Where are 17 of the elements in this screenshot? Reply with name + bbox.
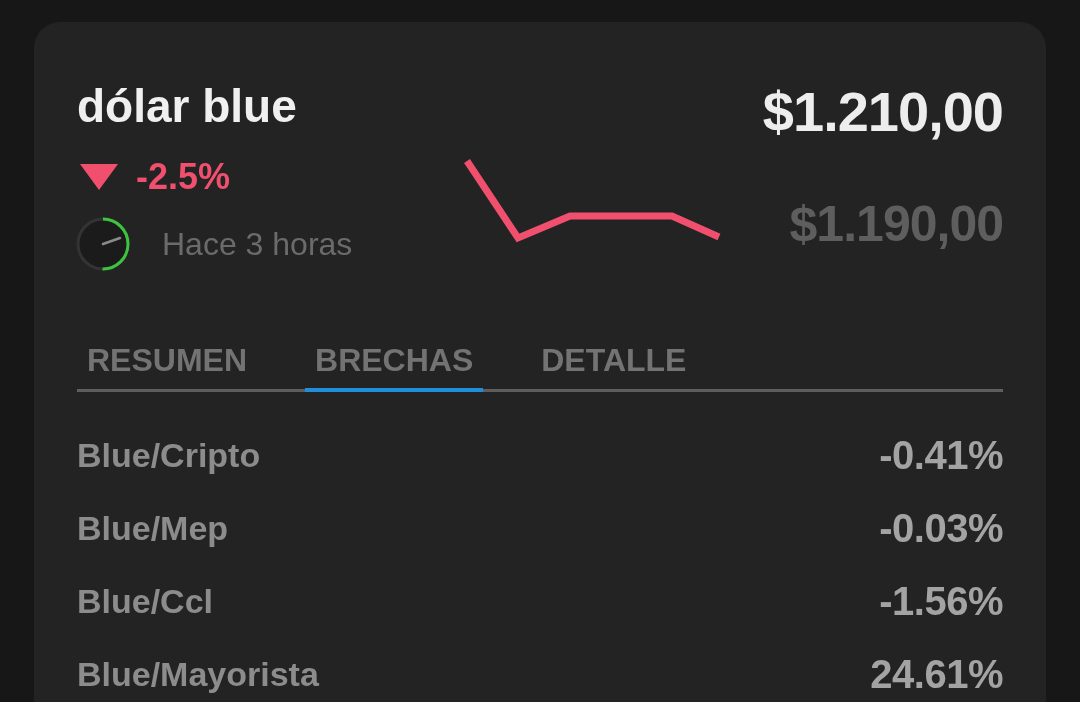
tab[interactable]: RESUMEN — [77, 340, 257, 392]
ratio-label: Blue/Ccl — [77, 582, 214, 621]
ratio-value: 24.61% — [870, 652, 1003, 697]
ratio-value: -0.41% — [879, 433, 1003, 478]
change-percent: -2.5% — [136, 156, 231, 198]
ratio-label: Blue/Cripto — [77, 436, 261, 475]
tab[interactable]: DETALLE — [531, 340, 697, 392]
price: $1.210,00 — [762, 82, 1003, 142]
timer-icon — [75, 216, 131, 272]
updated-time: Hace 3 horas — [162, 225, 353, 263]
ratio-value: -0.03% — [879, 506, 1003, 551]
secondary-price: $1.190,00 — [789, 199, 1003, 249]
ratio-label: Blue/Mep — [77, 509, 229, 548]
tab[interactable]: BRECHAS — [305, 340, 484, 392]
ratio-label: Blue/Mayorista — [77, 655, 319, 694]
ratio-value: -1.56% — [879, 579, 1003, 624]
quote-title: dólar blue — [77, 79, 297, 134]
